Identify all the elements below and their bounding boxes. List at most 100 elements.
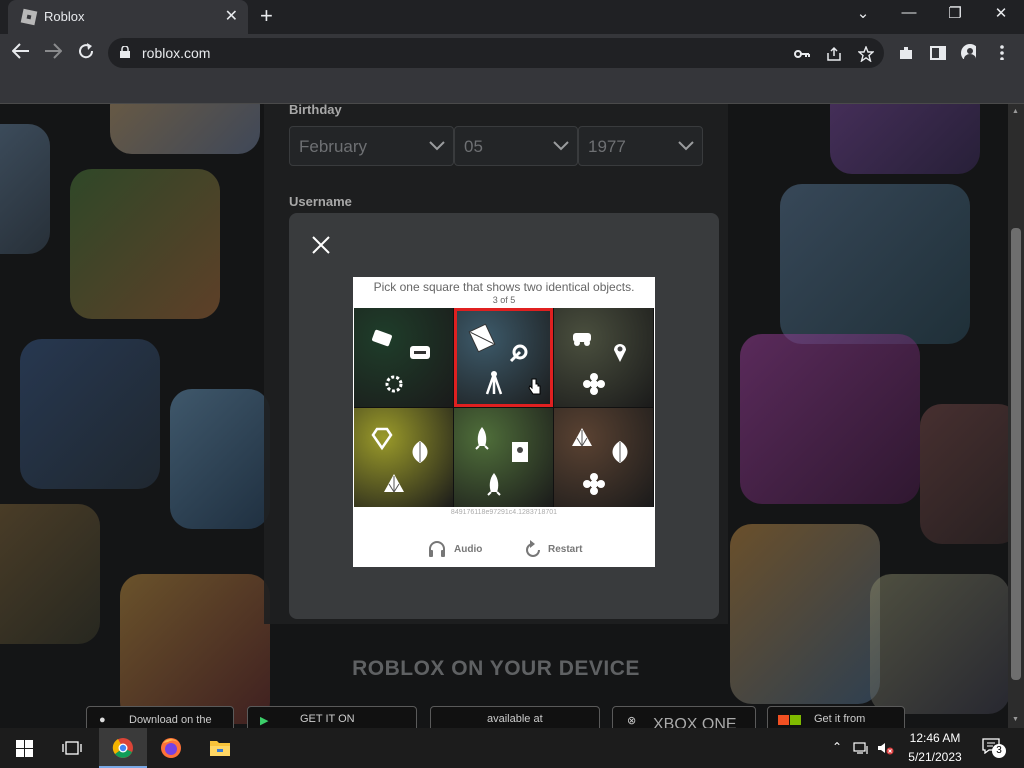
reload-icon[interactable] xyxy=(77,42,95,60)
browser-toolbar: roblox.com xyxy=(0,34,1024,104)
hand-cursor-icon xyxy=(528,378,542,396)
clock-date[interactable]: 5/21/2023 xyxy=(904,750,966,764)
key-icon[interactable] xyxy=(794,46,810,62)
bookmark-star-icon[interactable] xyxy=(858,46,874,62)
beads-icon xyxy=(385,375,403,393)
game-thumbnail xyxy=(780,184,970,344)
url-text[interactable]: roblox.com xyxy=(142,45,210,61)
chevron-down-icon xyxy=(429,141,445,151)
show-hidden-icons-chevron-icon[interactable]: ⌃ xyxy=(832,740,842,754)
leaf-icon xyxy=(612,441,628,463)
captcha-cell-1[interactable] xyxy=(354,308,453,407)
windows-start-icon[interactable] xyxy=(16,740,33,757)
close-icon[interactable] xyxy=(311,235,331,255)
game-thumbnail xyxy=(70,169,220,319)
store-label: Download on the xyxy=(129,714,212,726)
game-thumbnail xyxy=(870,574,1008,714)
scroll-down-arrow-icon[interactable]: ▼ xyxy=(1012,716,1019,723)
rocket-icon xyxy=(487,473,501,496)
game-thumbnail xyxy=(0,124,50,254)
game-thumbnail xyxy=(920,404,1008,544)
audio-label: Audio xyxy=(454,544,483,555)
apple-icon: ● xyxy=(99,714,106,726)
month-value: February xyxy=(299,137,368,156)
book-icon xyxy=(512,442,528,462)
tripod-icon xyxy=(485,371,503,395)
day-select[interactable]: 05 xyxy=(454,126,578,166)
birthday-label: Birthday xyxy=(289,102,342,117)
back-icon[interactable] xyxy=(12,43,30,59)
volume-muted-icon[interactable] xyxy=(877,741,895,755)
captcha-cell-6[interactable] xyxy=(554,408,653,507)
clock-time[interactable]: 12:46 AM xyxy=(904,731,966,745)
notification-center-button[interactable]: 3 xyxy=(982,738,1008,760)
chevron-down-icon xyxy=(678,141,694,151)
task-view-icon[interactable] xyxy=(62,741,82,755)
game-thumbnail xyxy=(170,389,270,529)
captcha-instruction: Pick one square that shows two identical… xyxy=(373,280,635,294)
scroll-up-arrow-icon[interactable]: ▲ xyxy=(1012,108,1019,115)
month-select[interactable]: February xyxy=(289,126,454,166)
captcha-cell-3[interactable] xyxy=(554,308,653,407)
year-select[interactable]: 1977 xyxy=(578,126,703,166)
restart-button[interactable]: Restart xyxy=(525,539,595,561)
restore-button[interactable]: ❐ xyxy=(940,4,970,22)
leaf-icon xyxy=(412,441,428,463)
microsoft-logo-icon xyxy=(778,715,801,725)
game-thumbnail xyxy=(830,104,980,174)
folder-icon xyxy=(210,741,230,756)
satellite-icon xyxy=(509,344,528,363)
network-icon[interactable] xyxy=(853,741,869,755)
audio-button[interactable]: Audio xyxy=(427,539,487,561)
tab-close-button[interactable]: ✕ xyxy=(225,6,238,26)
play-icon: ▶ xyxy=(260,715,269,727)
store-label: GET IT ON xyxy=(300,713,355,725)
extensions-icon[interactable] xyxy=(898,45,914,61)
side-panel-icon[interactable] xyxy=(930,45,946,61)
car-icon xyxy=(573,333,591,346)
share-icon[interactable] xyxy=(826,46,842,62)
store-label: Get it from xyxy=(814,713,866,725)
address-bar[interactable]: roblox.com xyxy=(108,38,884,68)
pin-icon xyxy=(614,344,626,362)
firefox-taskbar-button[interactable] xyxy=(147,728,195,768)
tab-roblox[interactable]: Roblox ✕ xyxy=(8,0,248,34)
chrome-icon xyxy=(112,738,133,758)
day-value: 05 xyxy=(464,137,483,156)
menu-dots-icon[interactable] xyxy=(998,44,1014,60)
tab-search-button[interactable]: ⌄ xyxy=(848,4,878,22)
gem-icon xyxy=(371,427,393,451)
taskbar: ⌃ 12:46 AM 5/21/2023 3 xyxy=(0,728,1024,768)
game-thumbnail xyxy=(0,504,100,644)
rocket-icon xyxy=(475,427,489,450)
minimize-button[interactable]: — xyxy=(894,4,924,21)
firefox-icon xyxy=(161,738,181,758)
file-explorer-taskbar-button[interactable] xyxy=(196,728,244,768)
scrollbar-thumb[interactable] xyxy=(1011,228,1021,680)
restart-icon xyxy=(526,540,540,557)
chest-icon xyxy=(410,346,430,359)
flower-icon xyxy=(583,373,605,395)
roblox-favicon-icon xyxy=(20,8,38,26)
game-thumbnail xyxy=(730,524,880,704)
captcha-panel: Pick one square that shows two identical… xyxy=(353,277,655,567)
close-window-button[interactable]: ✕ xyxy=(986,4,1016,22)
restart-label: Restart xyxy=(548,544,583,555)
flower-icon xyxy=(583,473,605,495)
captcha-cell-4[interactable] xyxy=(354,408,453,507)
forward-icon[interactable] xyxy=(44,43,62,59)
tab-title: Roblox xyxy=(44,9,85,24)
captcha-cell-5[interactable] xyxy=(454,408,553,507)
profile-avatar-icon[interactable] xyxy=(960,43,976,59)
year-value: 1977 xyxy=(588,137,626,156)
new-tab-button[interactable]: + xyxy=(260,3,273,29)
captcha-image-grid xyxy=(354,308,654,507)
envelope-icon xyxy=(468,323,496,353)
page-scrollbar[interactable]: ▲ ▼ xyxy=(1008,104,1024,728)
game-thumbnail xyxy=(110,104,260,154)
shell-icon xyxy=(572,428,592,447)
lock-icon[interactable] xyxy=(120,46,130,58)
chrome-taskbar-button[interactable] xyxy=(99,728,147,768)
chevron-down-icon xyxy=(553,141,569,151)
captcha-progress: 3 of 5 xyxy=(492,295,516,305)
